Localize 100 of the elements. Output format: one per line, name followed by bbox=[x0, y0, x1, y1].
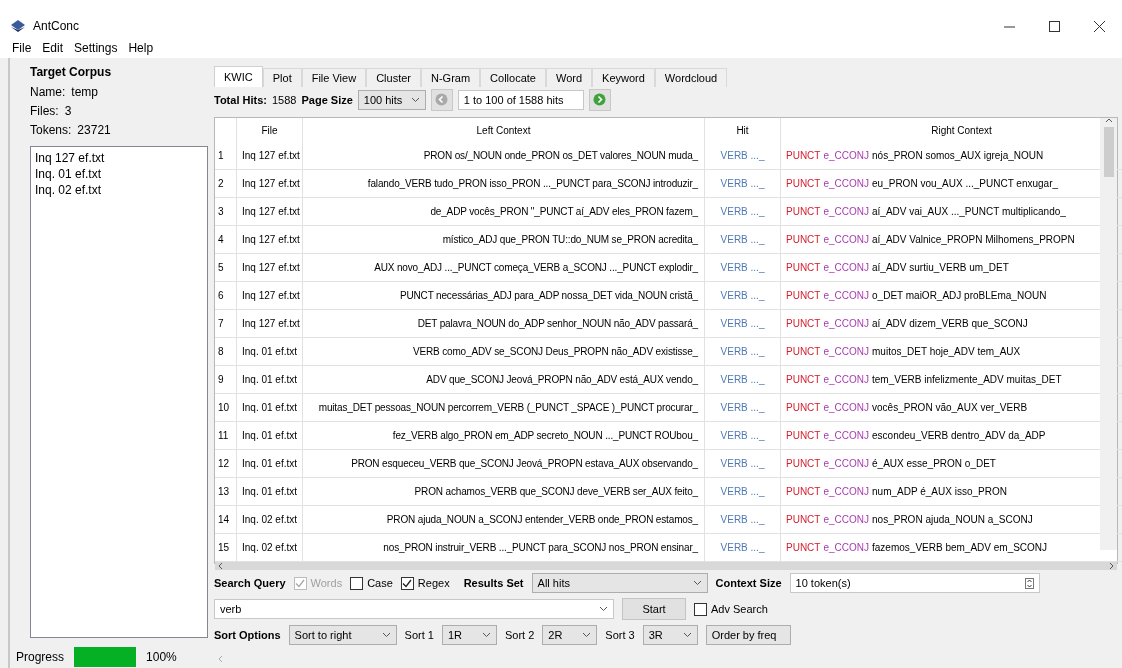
results-set-dropdown[interactable]: All hits bbox=[531, 573, 708, 593]
sort-dropdown[interactable]: 2R bbox=[542, 625, 598, 645]
order-dropdown[interactable]: Order by freq bbox=[705, 625, 791, 645]
left-context-cell: VERB como_ADV se_SCONJ Deus_PROPN não_ADV existisse_ bbox=[303, 338, 705, 366]
progress-label: Progress bbox=[16, 650, 65, 664]
file-list[interactable]: Inq 127 ef.txt Inq. 01 ef.txt Inq. 02 ef.txt bbox=[30, 146, 208, 638]
start-button[interactable]: Start bbox=[622, 598, 686, 620]
checkbox[interactable] bbox=[400, 576, 414, 590]
conj-tag: e_CCONJ bbox=[823, 290, 870, 301]
hit-cell: VERB ..._ bbox=[705, 142, 781, 170]
file-item[interactable]: Inq 127 ef.txt bbox=[35, 150, 203, 166]
table-cell: Inq 127 ef.txt bbox=[237, 198, 303, 226]
column-header[interactable]: Hit bbox=[705, 118, 781, 142]
menu-item[interactable]: Edit bbox=[42, 41, 64, 55]
field-value: temp bbox=[71, 85, 99, 101]
menu-item[interactable]: Help bbox=[128, 41, 154, 55]
right-context-text: aí_ADV Valnice_PROPN Milhomens_PROPN bbox=[872, 234, 1075, 245]
tab[interactable]: Word bbox=[545, 68, 593, 87]
scroll-up-icon[interactable] bbox=[1104, 118, 1113, 123]
tab[interactable]: File View bbox=[301, 68, 367, 87]
row-number: 12 bbox=[215, 450, 237, 478]
right-context-text: escondeu_VERB dentro_ADV da_ADP bbox=[872, 430, 1046, 441]
row-number: 2 bbox=[215, 170, 237, 198]
scroll-thumb[interactable] bbox=[1103, 127, 1114, 177]
row-number: 7 bbox=[215, 310, 237, 338]
next-button[interactable] bbox=[588, 88, 611, 111]
punct-tag: PUNCT bbox=[786, 402, 821, 413]
conj-tag: e_CCONJ bbox=[823, 430, 870, 441]
scroll-right-icon[interactable] bbox=[1109, 562, 1114, 570]
left-context-cell: de_ADP vocês_PRON "_PUNCT aí_ADV eles_PRON fazem_ bbox=[303, 198, 705, 226]
right-context-text: fazemos_VERB bem_ADV em_SCONJ bbox=[872, 542, 1048, 553]
right-context-text: aí_ADV dizem_VERB que_SCONJ bbox=[872, 318, 1028, 329]
punct-tag: PUNCT bbox=[786, 150, 821, 161]
sort-dropdown[interactable]: 3R bbox=[642, 625, 698, 645]
tab[interactable]: N-Gram bbox=[421, 68, 481, 87]
right-context-text: num_ADP é_AUX isso_PRON bbox=[872, 486, 1007, 497]
right-context-text: aí_ADV surtiu_VERB um_DET bbox=[872, 262, 1009, 273]
conj-tag: e_CCONJ bbox=[823, 178, 870, 189]
column-header[interactable]: File bbox=[237, 118, 303, 142]
conj-tag: e_CCONJ bbox=[823, 206, 870, 217]
caret-icon bbox=[582, 632, 592, 638]
left-context-cell: PRON os/_NOUN onde_PRON os_DET valores_NOUN muda_ bbox=[303, 142, 705, 170]
column-header[interactable]: Left Context bbox=[303, 118, 705, 142]
app-icon bbox=[10, 19, 26, 33]
hit-cell: VERB ..._ bbox=[705, 394, 781, 422]
right-context-text: aí_ADV vai_AUX ..._PUNCT multiplicando_ bbox=[872, 206, 1066, 217]
row-number: 9 bbox=[215, 366, 237, 394]
conj-tag: e_CCONJ bbox=[823, 374, 870, 385]
right-context-text: nos_PRON ajuda_NOUN a_SCONJ bbox=[872, 514, 1033, 525]
tab[interactable]: Cluster bbox=[366, 68, 421, 87]
right-context-text: muitos_DET hoje_ADV tem_AUX bbox=[872, 346, 1021, 357]
context-size-spinner[interactable]: 10 token(s) bbox=[789, 573, 1040, 593]
row-number: 13 bbox=[215, 478, 237, 506]
file-item[interactable]: Inq. 02 ef.txt bbox=[35, 182, 203, 198]
tab[interactable]: Keyword bbox=[592, 68, 655, 87]
sort-dropdown[interactable]: 1R bbox=[441, 625, 497, 645]
conj-tag: e_CCONJ bbox=[823, 262, 870, 273]
menu-item[interactable]: Settings bbox=[74, 41, 118, 55]
hit-cell: VERB ..._ bbox=[705, 198, 781, 226]
close-icon[interactable] bbox=[1094, 20, 1105, 32]
tab[interactable]: Wordcloud bbox=[654, 68, 728, 87]
menu-item[interactable]: File bbox=[12, 41, 32, 55]
page-size-dropdown[interactable]: 100 hits bbox=[357, 89, 426, 110]
search-query-label: Search Query bbox=[214, 577, 286, 589]
row-number: 8 bbox=[215, 338, 237, 366]
checkbox-label: Adv Search bbox=[711, 603, 768, 615]
file-item[interactable]: Inq. 01 ef.txt bbox=[35, 166, 203, 182]
left-context-cell: místico_ADJ que_PRON TU::do_NUM se_PRON acredita_ bbox=[303, 226, 705, 254]
page-size-label: Page Size bbox=[301, 93, 353, 106]
sort-mode-dropdown[interactable]: Sort to right bbox=[288, 625, 397, 645]
maximize-icon[interactable] bbox=[1049, 20, 1060, 32]
tab[interactable]: Plot bbox=[262, 68, 302, 87]
hit-cell: VERB ..._ bbox=[705, 254, 781, 282]
punct-tag: PUNCT bbox=[786, 486, 821, 497]
left-context-cell: PRON achamos_VERB que_SCONJ deve_VERB ser_AUX feito_ bbox=[303, 478, 705, 506]
table-cell: Inq. 01 ef.txt bbox=[237, 394, 303, 422]
caret-icon bbox=[410, 96, 420, 103]
checkbox[interactable] bbox=[694, 602, 707, 616]
field-label: Files: bbox=[30, 104, 59, 120]
conj-tag: e_CCONJ bbox=[823, 542, 870, 553]
table-cell: Inq. 01 ef.txt bbox=[237, 450, 303, 478]
tab[interactable]: Collocate bbox=[480, 68, 546, 87]
search-field[interactable]: verb bbox=[214, 599, 614, 619]
tab[interactable]: KWIC bbox=[214, 66, 263, 87]
left-context-cell: PRON ajuda_NOUN a_SCONJ entender_VERB onde_PRON estamos_ bbox=[303, 506, 705, 534]
checkbox[interactable] bbox=[350, 576, 364, 590]
spinner-icon[interactable] bbox=[1024, 577, 1034, 589]
checkbox-label: Words bbox=[310, 577, 343, 589]
right-context-text: é_AUX esse_PRON o_DET bbox=[872, 458, 996, 469]
right-context-text: nós_PRON somos_AUX igreja_NOUN bbox=[872, 150, 1044, 161]
punct-tag: PUNCT bbox=[786, 178, 821, 189]
hit-cell: VERB ..._ bbox=[705, 226, 781, 254]
checkbox-label: Regex bbox=[417, 577, 450, 589]
page-range-field[interactable]: 1 to 100 of 1588 hits bbox=[457, 89, 584, 110]
context-size-label: Context Size bbox=[715, 577, 782, 589]
row-number: 1 bbox=[215, 142, 237, 170]
right-context-text: tem_VERB infelizmente_ADV muitas_DET bbox=[872, 374, 1062, 385]
field-value: 23721 bbox=[77, 123, 111, 139]
table-cell: Inq 127 ef.txt bbox=[237, 226, 303, 254]
scroll-left-icon[interactable] bbox=[218, 562, 223, 570]
